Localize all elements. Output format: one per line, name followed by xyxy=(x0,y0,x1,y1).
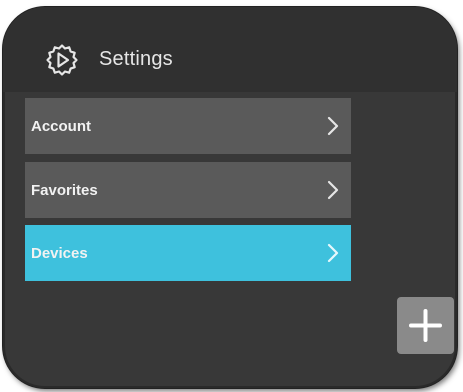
menu-item-label: Account xyxy=(31,118,91,135)
menu-item-account[interactable]: Account xyxy=(25,98,351,154)
menu-item-favorites[interactable]: Favorites xyxy=(25,162,351,218)
chevron-right-icon xyxy=(327,243,339,263)
chevron-right-icon xyxy=(327,116,339,136)
add-button[interactable] xyxy=(397,297,454,354)
chevron-right-icon xyxy=(327,180,339,200)
menu-item-label: Devices xyxy=(31,245,88,262)
page-title: Settings xyxy=(99,48,173,70)
menu-item-label: Favorites xyxy=(31,182,98,199)
settings-screen: Settings Account Favorites Devices xyxy=(3,7,457,388)
menu-item-devices[interactable]: Devices xyxy=(25,225,351,281)
settings-header: Settings xyxy=(3,7,457,92)
gear-icon xyxy=(44,42,80,78)
plus-icon xyxy=(409,309,442,342)
